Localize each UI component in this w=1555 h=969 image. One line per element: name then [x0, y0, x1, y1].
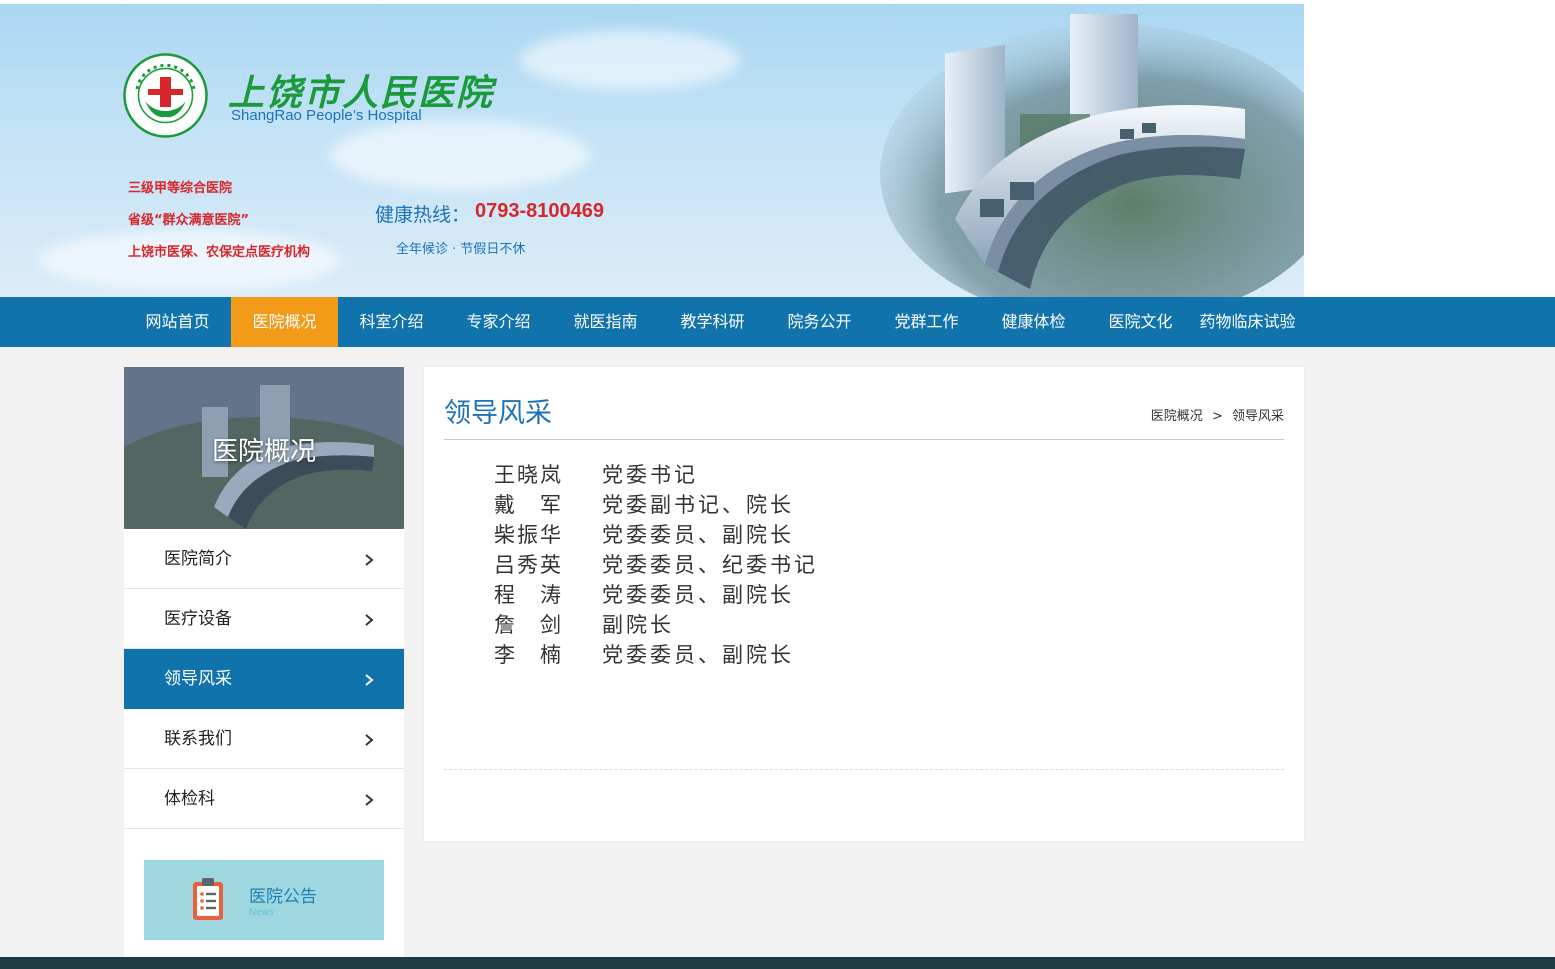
leader-name: 程 涛	[494, 583, 563, 607]
sidebar-item-intro[interactable]: 医院简介	[124, 529, 404, 589]
cloud-decoration	[330, 120, 590, 190]
nav-item-checkup[interactable]: 健康体检	[980, 297, 1087, 347]
footer-strip	[0, 957, 1555, 969]
list-item: 戴 军 党委副书记、院长	[494, 490, 818, 520]
tagline-insurance: 上饶市医保、农保定点医疗机构	[128, 245, 311, 260]
leader-role: 副院长	[602, 613, 674, 637]
nav-item-guide[interactable]: 就医指南	[552, 297, 659, 347]
leader-role: 党委委员、副院长	[602, 583, 794, 607]
sidebar-item-checkup-dept[interactable]: 体检科	[124, 769, 404, 829]
hotline-label: 健康热线：	[375, 204, 471, 226]
nav-item-overview[interactable]: 医院概况	[231, 297, 338, 347]
tagline-grade: 三级甲等综合医院	[128, 181, 233, 196]
chevron-right-icon	[365, 554, 374, 566]
hospital-building-illustration	[880, 14, 1304, 297]
sidebar-banner: 医院概况	[124, 367, 404, 529]
title-divider	[444, 439, 1284, 440]
sidebar-item-label: 医疗设备	[164, 609, 232, 629]
cloud-decoration	[40, 230, 340, 290]
leader-role: 党委副书记、院长	[602, 493, 794, 517]
notice-subtitle: News	[249, 907, 275, 918]
hotline-number: 0793-8100469	[475, 200, 605, 222]
sidebar-item-label: 医院简介	[164, 549, 232, 569]
leader-list: 王晓岚 党委书记 戴 军 党委副书记、院长 柴振华 党委委员、副院长 吕秀英 党…	[494, 460, 818, 670]
sidebar-item-label: 体检科	[164, 789, 215, 809]
content-divider	[444, 769, 1284, 770]
list-item: 王晓岚 党委书记	[494, 460, 818, 490]
leader-name: 詹 剑	[494, 613, 563, 637]
hospital-name-en: ShangRao People’s Hospital	[231, 107, 422, 124]
notice-title: 医院公告	[249, 887, 317, 907]
leader-name: 李 楠	[494, 643, 563, 667]
sidebar-banner-title: 医院概况	[211, 437, 316, 467]
chevron-right-icon	[365, 614, 374, 626]
leader-name: 吕秀英	[494, 553, 563, 577]
leader-role: 党委委员、副院长	[602, 523, 794, 547]
breadcrumb: 医院概况 > 领导风采	[1151, 405, 1284, 424]
chevron-right-icon	[365, 674, 374, 686]
leader-role: 党委委员、纪委书记	[602, 553, 818, 577]
list-item: 柴振华 党委委员、副院长	[494, 520, 818, 550]
leader-role: 党委委员、副院长	[602, 643, 794, 667]
breadcrumb-parent-link[interactable]: 医院概况	[1151, 409, 1203, 424]
nav-item-teaching[interactable]: 教学科研	[659, 297, 766, 347]
leader-name: 王晓岚	[494, 463, 563, 487]
chevron-right-icon	[365, 734, 374, 746]
sidebar-item-equipment[interactable]: 医疗设备	[124, 589, 404, 649]
sidebar-item-label: 领导风采	[164, 669, 232, 689]
leader-name: 柴振华	[494, 523, 563, 547]
nav-item-departments[interactable]: 科室介绍	[338, 297, 445, 347]
page-title: 领导风采	[444, 398, 552, 429]
leader-role: 党委书记	[602, 463, 698, 487]
nav-item-home[interactable]: 网站首页	[124, 297, 231, 347]
main-nav: 网站首页 医院概况 科室介绍 专家介绍 就医指南 教学科研 院务公开 党群工作 …	[0, 297, 1555, 347]
header-right-fill	[1304, 4, 1555, 297]
list-item: 吕秀英 党委委员、纪委书记	[494, 550, 818, 580]
breadcrumb-separator: >	[1211, 409, 1223, 424]
sidebar-item-label: 联系我们	[164, 729, 232, 749]
chevron-right-icon	[365, 794, 374, 806]
nav-item-party[interactable]: 党群工作	[873, 297, 980, 347]
nav-item-clinical-trials[interactable]: 药物临床试验	[1194, 297, 1301, 347]
cloud-decoration	[520, 30, 740, 90]
nav-item-culture[interactable]: 医院文化	[1087, 297, 1194, 347]
hospital-notice-button[interactable]: 医院公告 News	[144, 860, 384, 940]
hospital-seal-icon[interactable]	[123, 53, 208, 138]
clipboard-icon	[193, 878, 223, 920]
hotline-subtitle: 全年候诊 · 节假日不休	[396, 242, 526, 257]
sidebar-item-leadership[interactable]: 领导风采	[124, 649, 404, 709]
tagline-satisfaction: 省级“群众满意医院”	[128, 213, 250, 228]
leader-name: 戴 军	[494, 493, 563, 517]
list-item: 李 楠 党委委员、副院长	[494, 640, 818, 670]
list-item: 詹 剑 副院长	[494, 610, 818, 640]
site-header: 上饶市人民医院 ShangRao People’s Hospital 三级甲等综…	[0, 0, 1555, 297]
breadcrumb-current: 领导风采	[1231, 409, 1284, 424]
list-item: 程 涛 党委委员、副院长	[494, 580, 818, 610]
nav-item-experts[interactable]: 专家介绍	[445, 297, 552, 347]
sidebar-item-contact[interactable]: 联系我们	[124, 709, 404, 769]
content-panel: 领导风采 医院概况 > 领导风采 王晓岚 党委书记 戴 军 党委副书记、院长 柴…	[424, 367, 1304, 841]
sidebar: 医院概况 医院简介 医疗设备 领导风采 联系我们 体检科 医院公告 News	[124, 367, 404, 957]
nav-item-affairs[interactable]: 院务公开	[766, 297, 873, 347]
